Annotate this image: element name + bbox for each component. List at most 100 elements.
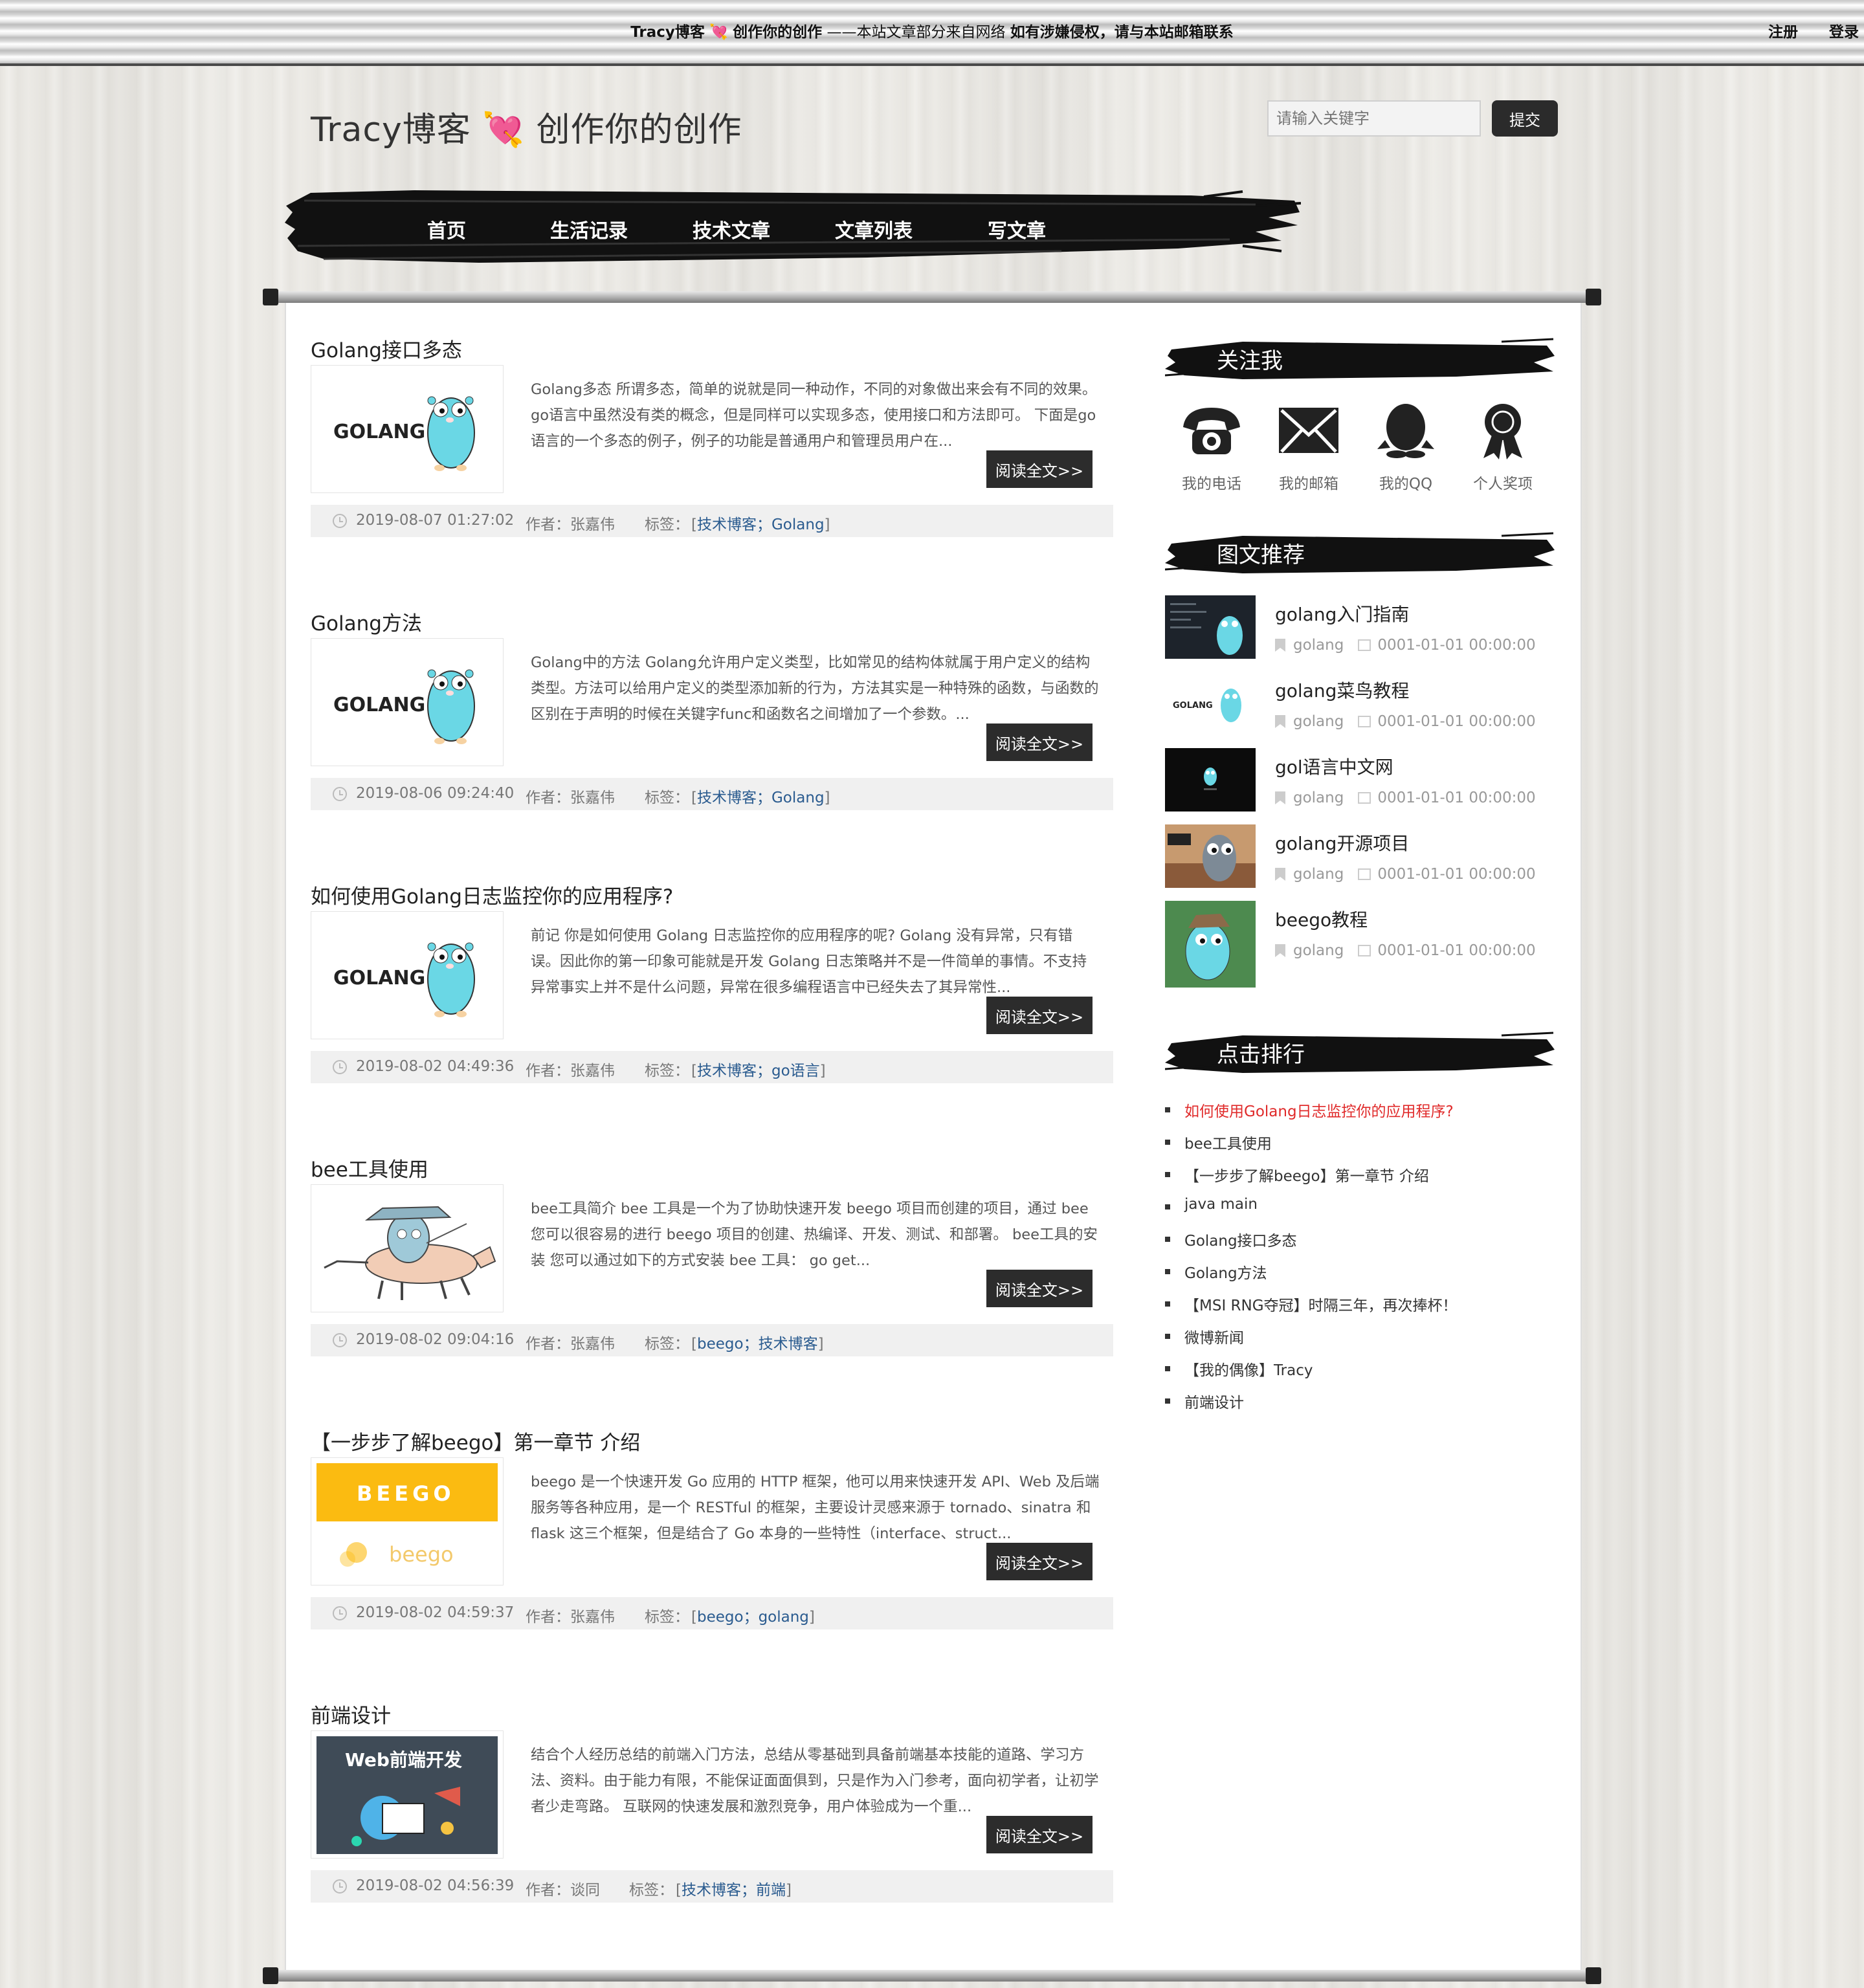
- bee-tool-gopher-image: [324, 1206, 496, 1300]
- site-logo[interactable]: Tracy博客 💘 创作你的创作: [311, 102, 742, 151]
- rank-item[interactable]: Golang接口多态: [1165, 1228, 1566, 1261]
- tags-label: 标签：: [645, 790, 689, 806]
- follow-title: 关注我: [1217, 348, 1283, 374]
- read-more-button[interactable]: 阅读全文>>: [986, 723, 1093, 761]
- recommend-image[interactable]: GOLANG: [1165, 672, 1256, 735]
- article-thumbnail[interactable]: GOLANG: [311, 365, 504, 493]
- main-nav: 首页 生活记录 技术文章 文章列表 写文章: [285, 186, 1301, 264]
- read-more-button[interactable]: 阅读全文>>: [986, 997, 1093, 1034]
- nav-tech[interactable]: 技术文章: [693, 215, 770, 243]
- register-link[interactable]: 注册: [1768, 24, 1798, 41]
- article-title[interactable]: Golang方法: [311, 607, 422, 636]
- tag-link[interactable]: golang: [759, 1609, 809, 1626]
- search-input[interactable]: [1267, 100, 1481, 137]
- calendar-icon: [1358, 792, 1371, 804]
- article-title[interactable]: 前端设计: [311, 1699, 391, 1728]
- article-summary: beego 是一个快速开发 Go 应用的 HTTP 框架，他可以用来快速开发 A…: [531, 1474, 1100, 1542]
- notice-middle: ——本站文章部分来自网络: [827, 24, 1006, 41]
- recommend-title[interactable]: golang入门指南: [1275, 601, 1409, 626]
- recommend-image[interactable]: [1165, 595, 1256, 659]
- recommend-image[interactable]: [1165, 901, 1256, 988]
- tag-link[interactable]: Golang: [771, 516, 825, 533]
- golang-gopher-image: GOLANG: [333, 942, 475, 1017]
- article-author: 作者：张嘉伟: [526, 790, 615, 806]
- tag-link[interactable]: 前端: [756, 1882, 786, 1899]
- article-summary: Golang中的方法 Golang允许用户定义类型，比如常见的结构体就属于用户定…: [531, 654, 1099, 723]
- article-thumbnail[interactable]: GOLANG: [311, 638, 504, 766]
- read-more-button[interactable]: 阅读全文>>: [986, 1543, 1093, 1580]
- tag-link[interactable]: beego: [697, 1336, 744, 1353]
- logo-name: Tracy博客: [311, 111, 471, 149]
- rank-item[interactable]: 【MSI RNG夺冠】时隔三年，再次捧杯！: [1165, 1293, 1566, 1325]
- recommend-image[interactable]: [1165, 748, 1256, 812]
- svg-text:GOLANG: GOLANG: [1173, 701, 1213, 711]
- logo-slogan: 创作你的创作: [536, 111, 742, 149]
- recommend-title[interactable]: beego教程: [1275, 906, 1368, 932]
- calendar-icon: [1358, 868, 1371, 880]
- contact-mail[interactable]: 我的邮箱: [1263, 401, 1354, 493]
- rank-item[interactable]: Golang方法: [1165, 1261, 1566, 1293]
- article-meta: 2019-08-02 04:59:37 作者：张嘉伟 标签： [beego；go…: [311, 1597, 1113, 1629]
- recommend-meta: golang 0001-01-01 00:00:00: [1275, 942, 1536, 959]
- recommend-item: gol语言中文网 golang 0001-01-01 00:00:00: [1165, 748, 1566, 813]
- contact-phone[interactable]: 我的电话: [1166, 401, 1257, 493]
- tag-link[interactable]: beego: [697, 1609, 744, 1626]
- rank-item[interactable]: 【一步步了解beego】第一章节 介绍: [1165, 1164, 1566, 1196]
- article-tags: [技术博客；go语言]: [691, 1063, 826, 1079]
- recommend-item: beego教程 golang 0001-01-01 00:00:00: [1165, 901, 1566, 988]
- search-submit-button[interactable]: 提交: [1492, 100, 1558, 137]
- rank-item[interactable]: java main: [1165, 1196, 1566, 1228]
- tag-link[interactable]: 技术博客: [682, 1882, 741, 1899]
- article-thumbnail[interactable]: [311, 1184, 504, 1312]
- article-meta: 2019-08-02 04:49:36 作者：张嘉伟 标签： [技术博客；go语…: [311, 1051, 1113, 1083]
- contact-award[interactable]: 个人奖项: [1458, 401, 1548, 493]
- article-thumbnail[interactable]: Web前端开发: [311, 1730, 504, 1859]
- notice-slogan: 创作你的创作: [733, 24, 823, 41]
- recommend-image[interactable]: [1165, 824, 1256, 888]
- rank-item[interactable]: 微博新闻: [1165, 1325, 1566, 1358]
- scroll-rod-top: [263, 289, 1601, 305]
- nav-article-list[interactable]: 文章列表: [835, 215, 913, 243]
- recommend-heading: 图文推荐: [1164, 531, 1556, 577]
- tag-link[interactable]: 技术博客: [697, 790, 757, 806]
- calendar-icon: [1358, 716, 1371, 727]
- article-date: 2019-08-06 09:24:40: [356, 785, 515, 802]
- rank-item[interactable]: bee工具使用: [1165, 1131, 1566, 1164]
- article-thumbnail[interactable]: BEEGO beego: [311, 1457, 504, 1585]
- article-title[interactable]: 【一步步了解beego】第一章节 介绍: [311, 1426, 640, 1455]
- tag-link[interactable]: go语言: [771, 1063, 820, 1079]
- nav-life[interactable]: 生活记录: [550, 215, 628, 243]
- article-title[interactable]: 如何使用Golang日志监控你的应用程序?: [311, 880, 673, 909]
- article-tags: [beego；技术博客]: [691, 1336, 824, 1353]
- article-tags: [技术博客；Golang]: [691, 516, 830, 533]
- contact-qq[interactable]: 我的QQ: [1360, 401, 1451, 493]
- tag-link[interactable]: 技术博客: [697, 516, 757, 533]
- tag-link[interactable]: 技术博客: [697, 1063, 757, 1079]
- article-date: 2019-08-07 01:27:02: [356, 512, 515, 529]
- article-thumbnail[interactable]: GOLANG: [311, 911, 504, 1039]
- read-more-button[interactable]: 阅读全文>>: [986, 1270, 1093, 1307]
- rank-item[interactable]: 前端设计: [1165, 1390, 1566, 1422]
- login-link[interactable]: 登录: [1829, 24, 1859, 41]
- recommend-title[interactable]: golang菜鸟教程: [1275, 677, 1409, 703]
- notice-copyright: 如有涉嫌侵权，请与本站邮箱联系: [1010, 24, 1234, 41]
- tag-link[interactable]: 技术博客: [759, 1336, 818, 1353]
- nav-home[interactable]: 首页: [427, 215, 466, 243]
- recommend-meta: golang 0001-01-01 00:00:00: [1275, 713, 1536, 730]
- read-more-button[interactable]: 阅读全文>>: [986, 1816, 1093, 1853]
- recommend-item: golang入门指南 golang 0001-01-01 00:00:00: [1165, 595, 1566, 660]
- read-more-button[interactable]: 阅读全文>>: [986, 450, 1093, 488]
- rank-item[interactable]: 【我的偶像】Tracy: [1165, 1358, 1566, 1390]
- tags-label: 标签：: [645, 1063, 689, 1079]
- article-tags: [技术博客；Golang]: [691, 790, 830, 806]
- rank-item[interactable]: 如何使用Golang日志监控你的应用程序?: [1165, 1099, 1566, 1131]
- tags-label: 标签：: [645, 516, 689, 533]
- recommend-title[interactable]: gol语言中文网: [1275, 753, 1393, 779]
- nav-write[interactable]: 写文章: [988, 215, 1046, 243]
- svg-text:GOLANG: GOLANG: [333, 694, 425, 716]
- clock-icon: [333, 787, 347, 801]
- tag-link[interactable]: Golang: [771, 790, 825, 806]
- article-title[interactable]: Golang接口多态: [311, 334, 462, 363]
- recommend-title[interactable]: golang开源项目: [1275, 830, 1409, 856]
- article-title[interactable]: bee工具使用: [311, 1153, 428, 1182]
